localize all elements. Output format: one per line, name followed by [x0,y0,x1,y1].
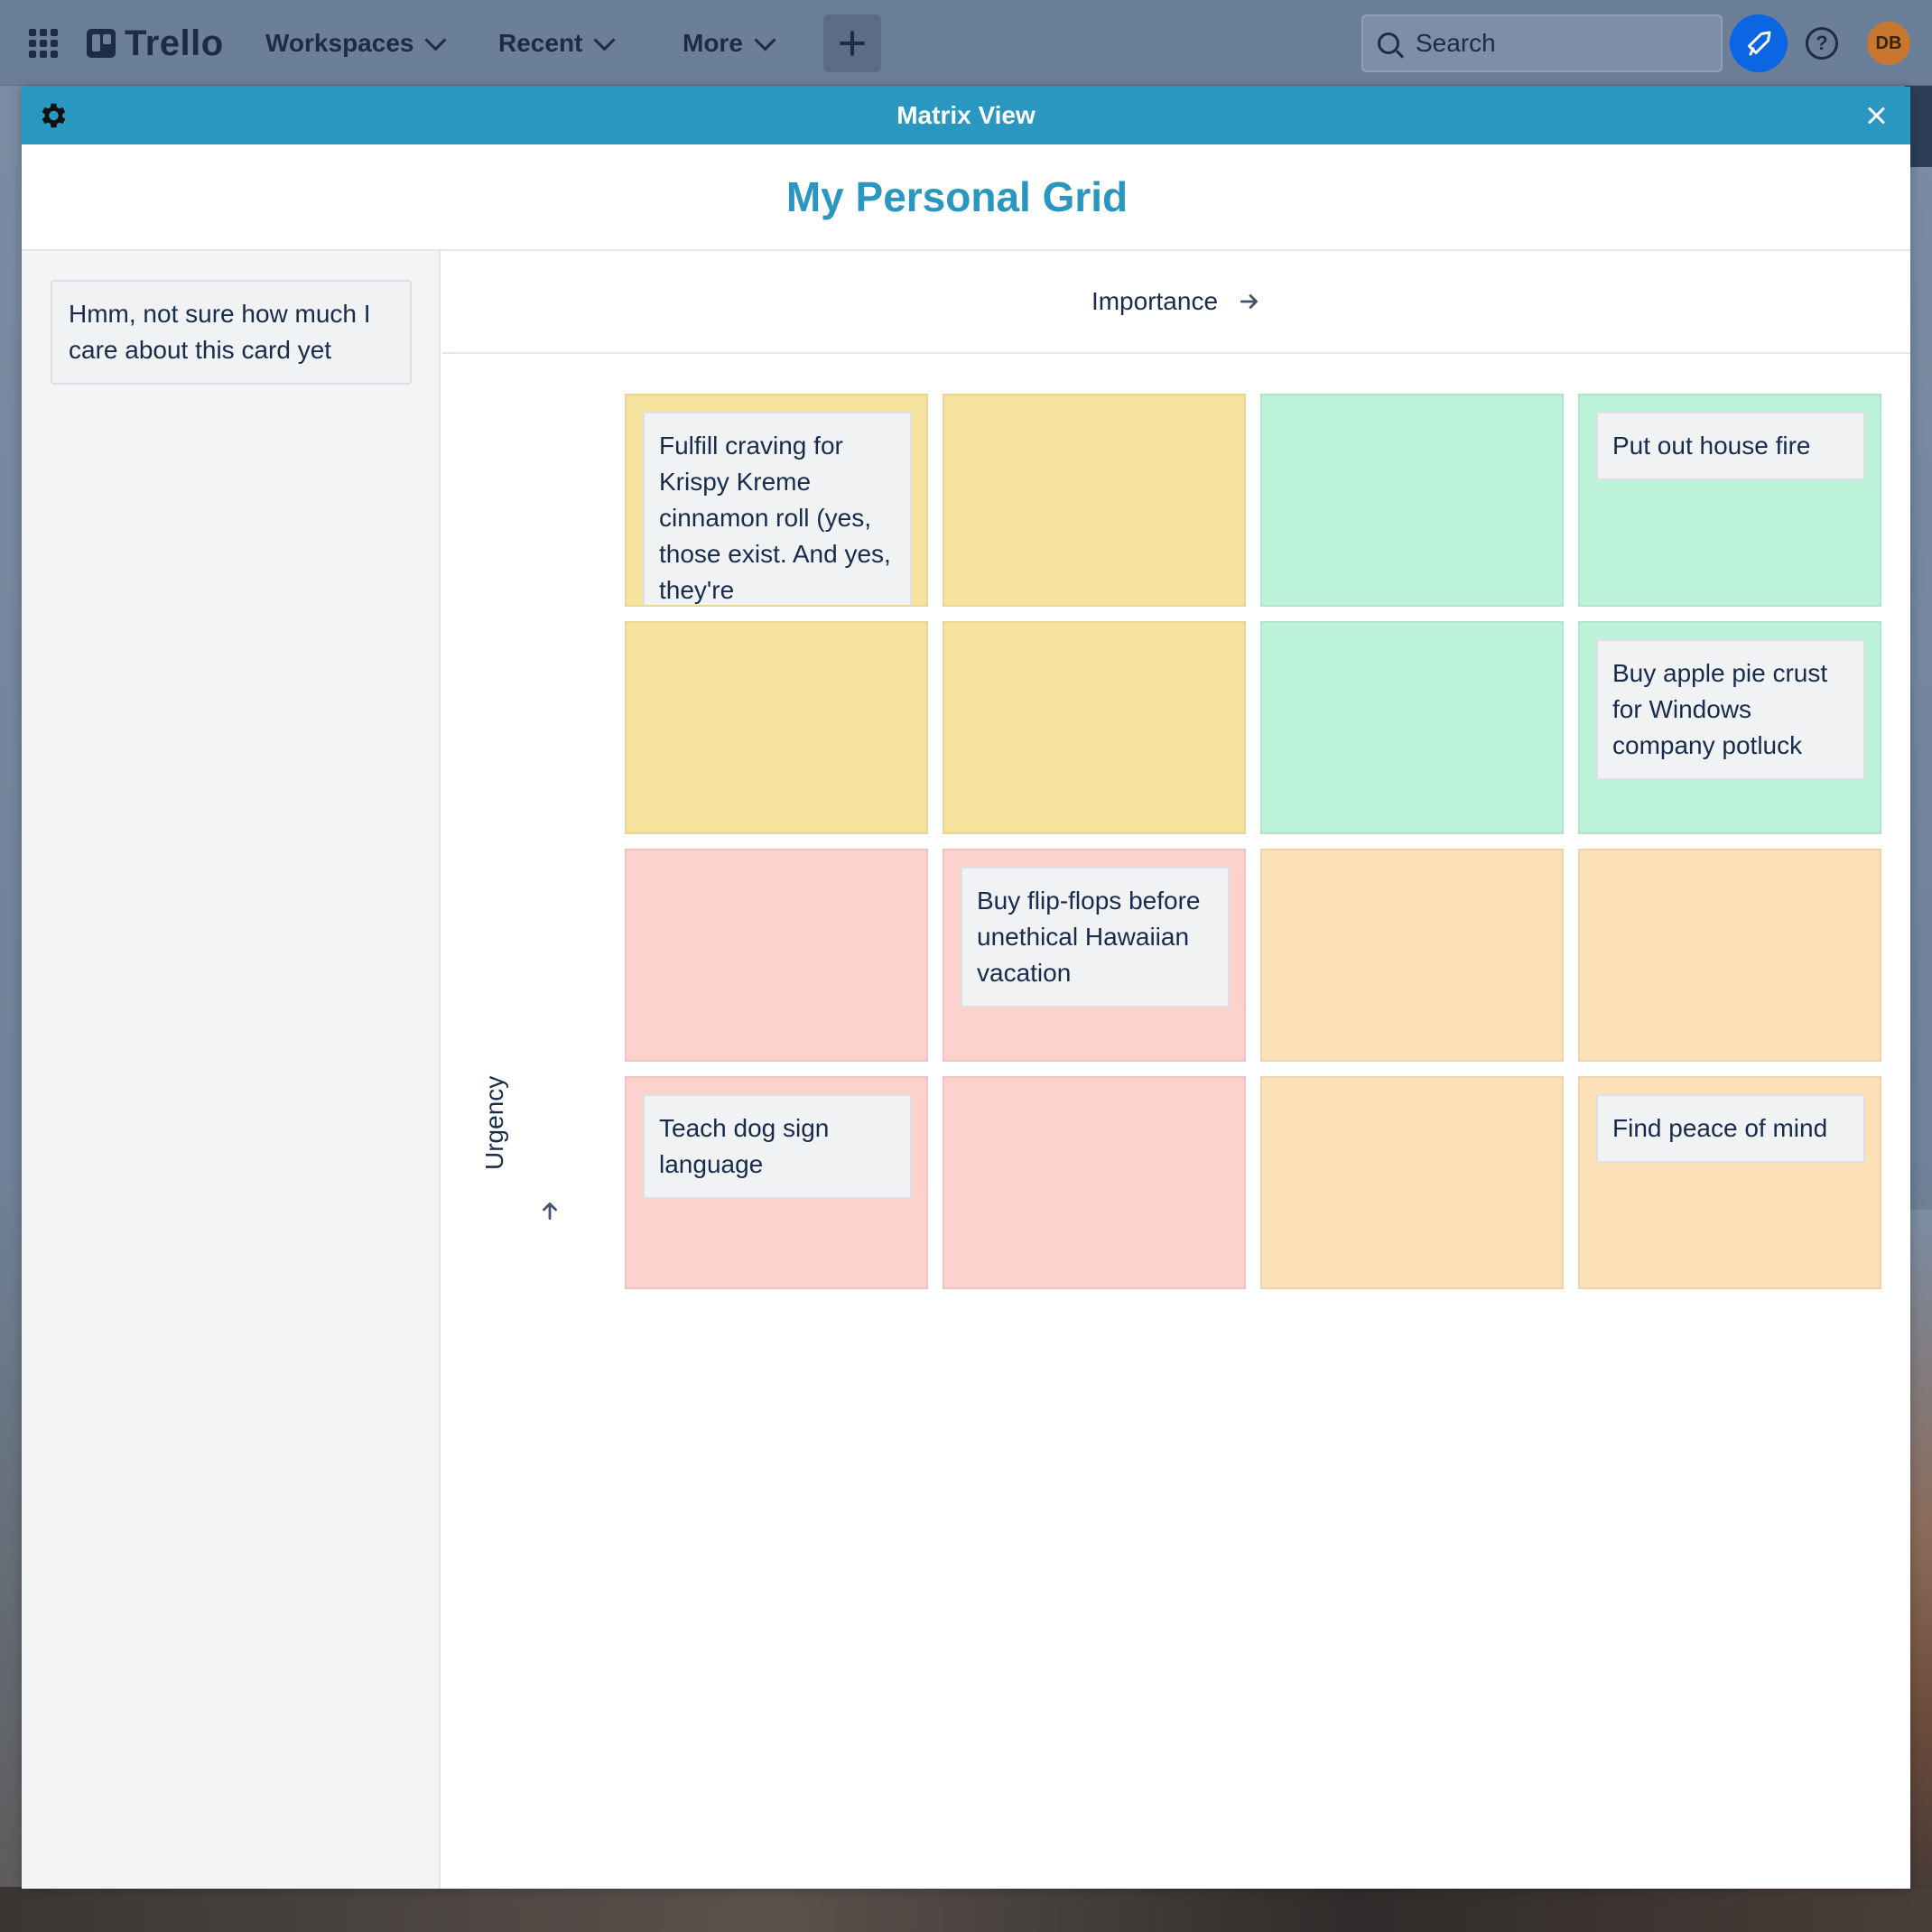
notifications-button[interactable] [1730,14,1788,72]
matrix-cell[interactable]: Buy flip-flops before unethical Hawaiian… [943,849,1246,1062]
search-input[interactable]: Search [1361,14,1723,72]
urgency-axis: Urgency [473,1076,581,1260]
board-background-bottom [0,1887,1932,1932]
gear-icon[interactable] [36,99,69,132]
workspaces-menu[interactable]: Workspaces [255,20,454,67]
matrix-cell[interactable] [1260,394,1564,607]
priority-matrix-grid: Fulfill craving for Krispy Kreme cinnamo… [625,394,1881,1289]
recent-menu-label: Recent [498,29,583,57]
trello-logo-icon [87,29,116,58]
matrix-cell[interactable] [625,621,928,834]
modal-title: Matrix View [896,101,1036,129]
matrix-cell[interactable] [943,1076,1246,1289]
matrix-cell[interactable] [1260,849,1564,1062]
matrix-card[interactable]: Buy apple pie crust for Windows company … [1596,639,1865,780]
search-icon [1378,33,1399,54]
matrix-card[interactable]: Fulfill craving for Krispy Kreme cinnamo… [643,412,912,605]
modal-header: Matrix View [22,87,1910,144]
matrix-cell[interactable]: Teach dog sign language [625,1076,928,1289]
top-navigation-bar: Trello Workspaces Recent More Search ? D… [0,0,1932,86]
matrix-cell[interactable] [625,849,928,1062]
workspaces-menu-label: Workspaces [265,29,414,57]
matrix-cell[interactable] [1260,621,1564,834]
recent-menu[interactable]: Recent [488,20,623,67]
arrow-right-icon [1240,294,1259,309]
matrix-cell[interactable]: Put out house fire [1578,394,1881,607]
importance-axis-label: Importance [1091,287,1219,315]
matrix-cell[interactable] [1578,849,1881,1062]
chevron-down-icon [424,28,447,51]
close-icon[interactable] [1860,99,1892,132]
matrix-card[interactable]: Put out house fire [1596,412,1865,480]
matrix-cell[interactable] [943,621,1246,834]
more-menu[interactable]: More [672,20,784,67]
trello-logo-text: Trello [125,23,224,63]
create-button[interactable] [823,14,881,72]
matrix-cell[interactable] [943,394,1246,607]
matrix-cell[interactable]: Find peace of mind [1578,1076,1881,1289]
more-menu-label: More [683,29,743,57]
grid-title: My Personal Grid [785,173,1129,220]
help-icon[interactable]: ? [1806,27,1838,60]
unsorted-cards-panel: Hmm, not sure how much I care about this… [22,251,441,1889]
backlog-card[interactable]: Hmm, not sure how much I care about this… [51,280,412,385]
matrix-view-modal: Matrix View My Personal Grid Hmm, not su… [22,87,1910,1889]
grid-title-bar: My Personal Grid [22,144,1910,251]
importance-axis: Importance [442,251,1910,354]
trello-logo[interactable]: Trello [87,23,224,63]
search-placeholder: Search [1416,29,1496,57]
matrix-card[interactable]: Buy flip-flops before unethical Hawaiian… [961,867,1230,1008]
matrix-card[interactable]: Find peace of mind [1596,1094,1865,1163]
chevron-down-icon [593,28,616,51]
megaphone-icon [1748,31,1771,56]
avatar[interactable]: DB [1867,22,1910,65]
matrix-card[interactable]: Teach dog sign language [643,1094,912,1199]
matrix-cell[interactable]: Buy apple pie crust for Windows company … [1578,621,1881,834]
matrix-cell[interactable]: Fulfill craving for Krispy Kreme cinnamo… [625,394,928,607]
arrow-up-icon [543,1203,557,1221]
app-switcher-icon[interactable] [25,25,61,61]
matrix-cell[interactable] [1260,1076,1564,1289]
urgency-axis-label: Urgency [480,1075,508,1170]
chevron-down-icon [754,28,776,51]
